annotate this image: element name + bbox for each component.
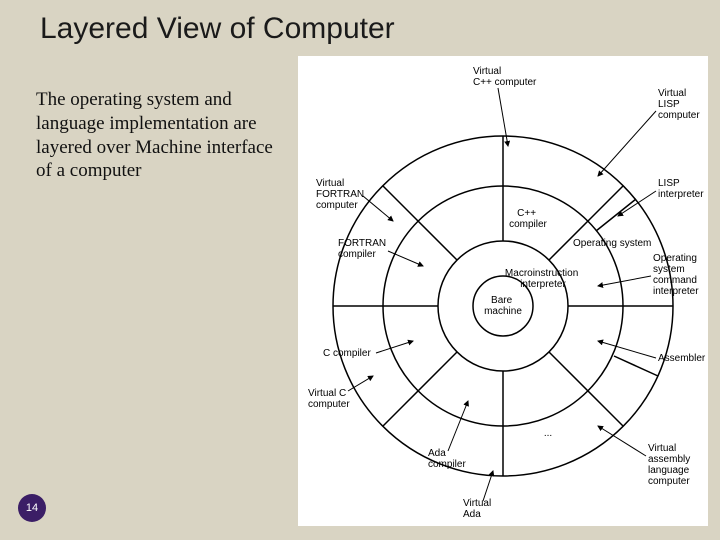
slide-body-text: The operating system and language implem…: [36, 88, 286, 183]
callout-top-right: Virtual LISP computer: [658, 88, 700, 121]
diagram-svg: Bare machine Macroinstruction interprete…: [298, 56, 708, 526]
label-dots: ...: [544, 428, 552, 439]
label-cpp-compiler: C++ compiler: [509, 208, 547, 230]
callout-bottom-left: Ada compiler: [428, 448, 466, 470]
callout-top-left: Virtual FORTRAN computer: [316, 178, 367, 211]
callout-top: Virtual C++ computer: [473, 66, 537, 88]
callout-bottom: Virtual Ada: [463, 498, 494, 520]
callout-left: Virtual C computer: [308, 388, 350, 410]
callout-right: LISP interpreter: [658, 178, 704, 200]
callout-left-low: C compiler: [323, 348, 371, 359]
callout-right-low: Assembler: [658, 353, 706, 364]
callout-left-mid: FORTRAN compiler: [338, 238, 389, 260]
label-os: Operating system: [573, 238, 651, 249]
slide-title: Layered View of Computer: [40, 12, 395, 46]
slide: Layered View of Computer The operating s…: [0, 0, 720, 540]
callout-bottom-right: Virtual assembly language computer: [648, 443, 693, 487]
layered-computer-diagram: Bare machine Macroinstruction interprete…: [298, 56, 708, 526]
page-number-badge: 14: [18, 494, 46, 522]
callout-right-mid: Operating system command interpreter: [653, 253, 700, 297]
callouts: Virtual C++ computer Virtual LISP comput…: [308, 66, 706, 520]
label-bare-machine: Bare machine: [484, 295, 522, 317]
